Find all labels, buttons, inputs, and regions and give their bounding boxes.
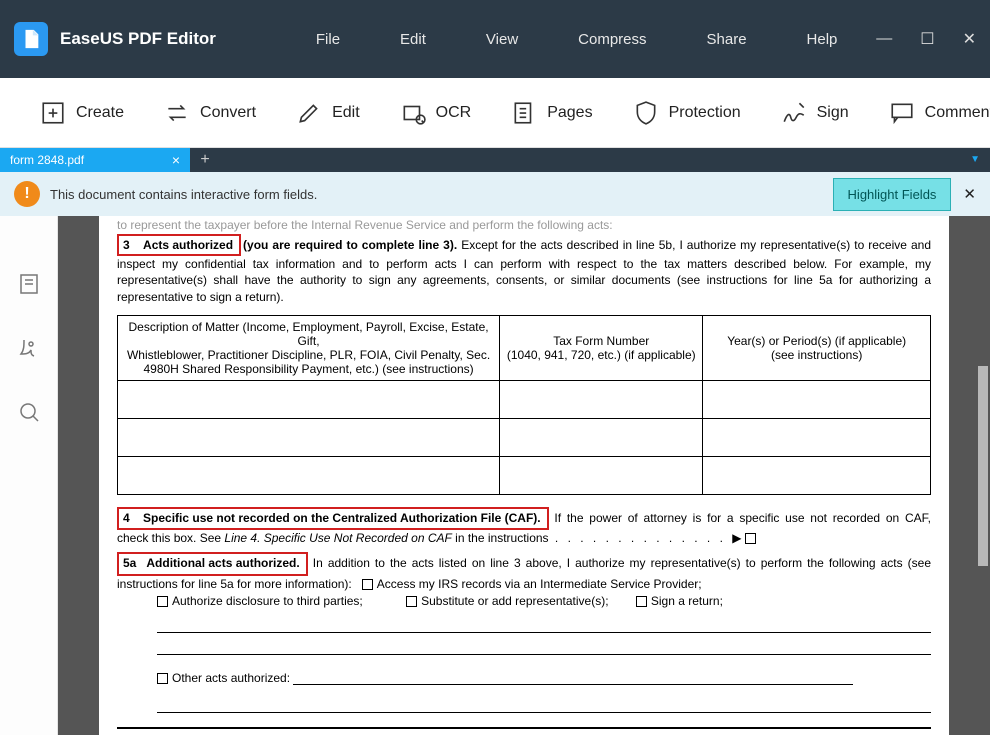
alert-icon: ! xyxy=(14,181,40,207)
cell-r2c1[interactable] xyxy=(118,418,500,456)
banner-message: This document contains interactive form … xyxy=(50,187,317,202)
matter-table: Description of Matter (Income, Employmen… xyxy=(117,315,931,495)
tool-comment[interactable]: Comment xyxy=(889,100,990,126)
checkbox-substitute[interactable] xyxy=(406,596,417,607)
tool-edit[interactable]: Edit xyxy=(296,100,360,126)
tab-filename: form 2848.pdf xyxy=(10,153,84,167)
tool-pages[interactable]: Pages xyxy=(511,100,592,126)
document-viewport[interactable]: to represent the taxpayer before the Int… xyxy=(58,216,990,735)
menu-view[interactable]: View xyxy=(486,31,518,48)
cell-r1c2[interactable] xyxy=(500,380,703,418)
main-area: to represent the taxpayer before the Int… xyxy=(0,216,990,735)
blank-line-2[interactable] xyxy=(157,633,931,655)
other-acts-line[interactable] xyxy=(293,684,853,685)
scrollbar-thumb[interactable] xyxy=(978,366,988,566)
document-tab[interactable]: form 2848.pdf × xyxy=(0,148,190,172)
minimize-button[interactable]: — xyxy=(876,30,892,48)
tool-create[interactable]: Create xyxy=(40,100,124,126)
checkbox-caf[interactable] xyxy=(745,533,756,544)
pdf-page: to represent the taxpayer before the Int… xyxy=(99,216,949,735)
checkbox-disclose[interactable] xyxy=(157,596,168,607)
section-3: 3 Acts authorized(you are required to co… xyxy=(117,234,931,305)
th-form: Tax Form Number(1040, 941, 720, etc.) (i… xyxy=(500,315,703,380)
cell-r3c2[interactable] xyxy=(500,456,703,494)
sidepanel xyxy=(0,216,58,735)
tab-close-icon[interactable]: × xyxy=(172,152,180,168)
search-icon[interactable] xyxy=(17,400,41,424)
toolbar: Create Convert Edit OCR Pages Protection… xyxy=(0,78,990,148)
tabbar: form 2848.pdf × + ▼ xyxy=(0,148,990,172)
tool-sign[interactable]: Sign xyxy=(781,100,849,126)
cell-r3c1[interactable] xyxy=(118,456,500,494)
app-logo xyxy=(14,22,48,56)
bookmarks-icon[interactable] xyxy=(17,336,41,360)
page-footer: For Privacy Act and Paperwork Reduction … xyxy=(117,727,931,735)
th-year: Year(s) or Period(s) (if applicable)(see… xyxy=(703,315,931,380)
menu-share[interactable]: Share xyxy=(707,31,747,48)
checkbox-other[interactable] xyxy=(157,673,168,684)
tool-protection[interactable]: Protection xyxy=(633,100,741,126)
menu-compress[interactable]: Compress xyxy=(578,31,646,48)
titlebar: EaseUS PDF Editor File Edit View Compres… xyxy=(0,0,990,78)
menu-help[interactable]: Help xyxy=(807,31,838,48)
tab-dropdown-icon[interactable]: ▼ xyxy=(970,154,980,165)
menu-edit[interactable]: Edit xyxy=(400,31,426,48)
section-5a: 5a Additional acts authorized. In additi… xyxy=(117,552,931,610)
tool-convert[interactable]: Convert xyxy=(164,100,256,126)
cell-r2c3[interactable] xyxy=(703,418,931,456)
highlight-fields-button[interactable]: Highlight Fields xyxy=(833,178,952,211)
blank-line-3[interactable] xyxy=(157,691,931,713)
tool-ocr[interactable]: OCR xyxy=(400,100,472,126)
maximize-button[interactable]: ☐ xyxy=(920,29,934,49)
cell-r2c2[interactable] xyxy=(500,418,703,456)
checkbox-irs[interactable] xyxy=(362,579,373,590)
cell-r3c3[interactable] xyxy=(703,456,931,494)
tab-add-button[interactable]: + xyxy=(190,148,220,172)
cell-r1c3[interactable] xyxy=(703,380,931,418)
menu-bar: File Edit View Compress Share Help xyxy=(316,31,838,48)
cell-r1c1[interactable] xyxy=(118,380,500,418)
banner-close-icon[interactable]: ✕ xyxy=(963,185,976,203)
blank-line-1[interactable] xyxy=(157,611,931,633)
other-acts-row: Other acts authorized: xyxy=(157,671,931,685)
app-title: EaseUS PDF Editor xyxy=(60,29,216,49)
checkbox-sign[interactable] xyxy=(636,596,647,607)
window-controls: — ☐ ✕ xyxy=(876,29,976,49)
section-4: 4 Specific use not recorded on the Centr… xyxy=(117,507,931,547)
menu-file[interactable]: File xyxy=(316,31,340,48)
close-window-button[interactable]: ✕ xyxy=(963,29,976,49)
thumbnails-icon[interactable] xyxy=(17,272,41,296)
info-banner: ! This document contains interactive for… xyxy=(0,172,990,216)
th-description: Description of Matter (Income, Employmen… xyxy=(118,315,500,380)
faded-line: to represent the taxpayer before the Int… xyxy=(117,218,931,232)
